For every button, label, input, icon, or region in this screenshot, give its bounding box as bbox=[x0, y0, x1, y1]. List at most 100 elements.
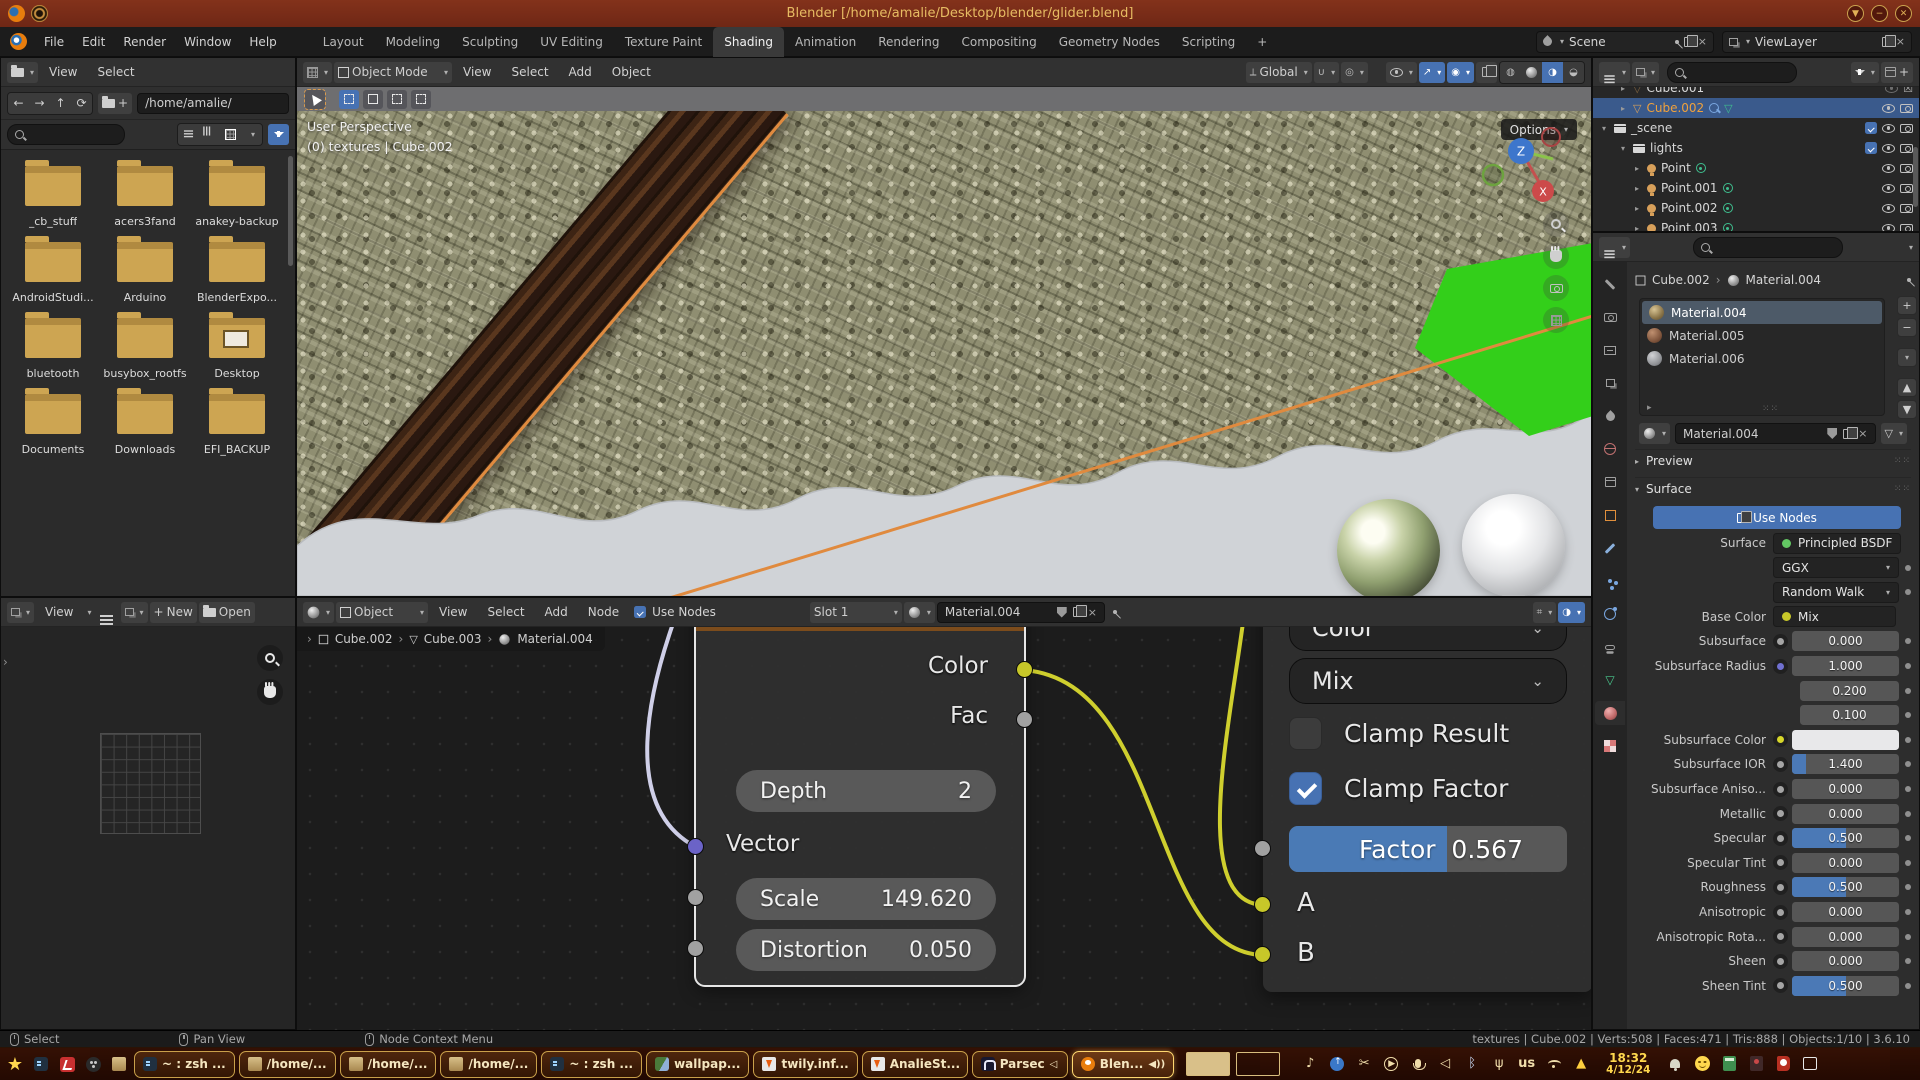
navigation-gizmo[interactable]: Z X bbox=[1477, 125, 1573, 224]
node-snap-toggle[interactable]: ⌗▾ bbox=[1533, 602, 1557, 623]
file-item[interactable]: Documents bbox=[7, 394, 99, 456]
shading-wireframe-button[interactable]: ◍ bbox=[1500, 62, 1521, 83]
new-collection-button[interactable]: + bbox=[1881, 62, 1913, 83]
socket-icon[interactable] bbox=[1773, 978, 1788, 993]
tab-constraints[interactable] bbox=[1595, 635, 1625, 659]
socket-icon[interactable] bbox=[1773, 954, 1788, 969]
editor-type-button[interactable]: ▾ bbox=[7, 62, 38, 83]
hide-icon[interactable] bbox=[1882, 184, 1895, 193]
disable-render-icon[interactable] bbox=[1900, 224, 1913, 232]
viewport-object-menu[interactable]: Object bbox=[603, 58, 660, 86]
keyframe-dot[interactable] bbox=[1905, 565, 1911, 571]
file-item[interactable]: _cb_stuff bbox=[7, 166, 99, 228]
socket-icon[interactable] bbox=[1773, 757, 1788, 772]
file-item[interactable]: EFI_BACKUP bbox=[191, 394, 283, 456]
nav-forward-button[interactable]: → bbox=[29, 93, 50, 114]
filter-toggle-button[interactable] bbox=[268, 124, 289, 145]
specular-slider[interactable]: 0.500 bbox=[1792, 828, 1899, 848]
clock[interactable]: 18:32 4/12/24 bbox=[1606, 1052, 1650, 1076]
keyframe-dot[interactable] bbox=[1905, 712, 1911, 718]
file-item[interactable]: AndroidStudi... bbox=[7, 242, 99, 304]
viewport-pan-control[interactable] bbox=[1543, 243, 1569, 269]
tab-physics[interactable] bbox=[1595, 602, 1625, 626]
mode-dropdown[interactable]: Object Mode▾ bbox=[334, 62, 452, 83]
material-slot[interactable]: Material.004 bbox=[1642, 301, 1882, 324]
workspace-2[interactable] bbox=[1236, 1052, 1280, 1076]
menus-collapsed-icon[interactable] bbox=[100, 615, 113, 617]
microphone-icon[interactable] bbox=[1415, 1059, 1421, 1068]
file-item[interactable]: Downloads bbox=[99, 394, 191, 456]
hide-icon[interactable] bbox=[1882, 164, 1895, 173]
pan-control[interactable] bbox=[257, 679, 283, 705]
editor-type-button[interactable]: ▾ bbox=[303, 602, 334, 623]
light-data-icon[interactable] bbox=[1723, 203, 1733, 213]
node-canvas[interactable]: ⌄Magic Texture Color Fac Depth 2 Vector … bbox=[297, 627, 1591, 1030]
zoom-control[interactable] bbox=[257, 645, 283, 671]
slot-specials-dropdown[interactable]: ▾ bbox=[1897, 348, 1917, 367]
nav-refresh-button[interactable]: ⟳ bbox=[71, 93, 92, 114]
tab-compositing[interactable]: Compositing bbox=[950, 27, 1047, 57]
hide-icon[interactable] bbox=[1882, 224, 1895, 232]
base-color-button[interactable]: Mix bbox=[1773, 606, 1896, 627]
node-view-menu[interactable]: View bbox=[430, 598, 476, 626]
copy-material-icon[interactable] bbox=[1073, 607, 1082, 617]
unlink-material-icon[interactable]: × bbox=[1088, 607, 1097, 618]
transform-orientation-dropdown[interactable]: ⟂Global▾ bbox=[1246, 62, 1312, 83]
socket-icon[interactable] bbox=[1773, 659, 1788, 674]
nav-back-button[interactable]: ← bbox=[8, 93, 29, 114]
fake-user-icon[interactable] bbox=[1827, 428, 1837, 439]
media-launcher-icon[interactable] bbox=[82, 1053, 104, 1075]
keyframe-dot[interactable] bbox=[1905, 909, 1911, 915]
display-mode-button[interactable]: ▾ bbox=[1632, 62, 1659, 83]
anisotropic-rotation-slider[interactable]: 0.000 bbox=[1792, 927, 1899, 947]
editor-type-button[interactable]: ▾ bbox=[1599, 62, 1630, 83]
roughness-slider[interactable]: 0.500 bbox=[1792, 877, 1899, 897]
keyframe-dot[interactable] bbox=[1905, 688, 1911, 694]
list-resize-grip[interactable]: ⁙⁙ bbox=[1762, 404, 1779, 414]
file-item[interactable]: acers3fand bbox=[99, 166, 191, 228]
distortion-input-socket[interactable] bbox=[687, 940, 704, 957]
outliner-row-cube002[interactable]: ▸ ▽ Cube.002 ▽ bbox=[1593, 98, 1919, 118]
proportional-edit-dropdown[interactable]: ◎▾ bbox=[1341, 62, 1368, 83]
file-scrollbar[interactable] bbox=[288, 156, 293, 266]
viewport-select-menu[interactable]: Select bbox=[503, 58, 558, 86]
socket-icon[interactable] bbox=[1773, 905, 1788, 920]
remove-slot-button[interactable]: − bbox=[1897, 318, 1917, 337]
new-viewlayer-icon[interactable] bbox=[1882, 37, 1891, 47]
workspace-1[interactable] bbox=[1186, 1052, 1230, 1076]
tab-scene[interactable] bbox=[1595, 404, 1625, 428]
outliner-row-point001[interactable]: ▸ Point.001 bbox=[1593, 178, 1919, 198]
nav-up-button[interactable]: ↑ bbox=[50, 93, 71, 114]
image-new-button[interactable]: + New bbox=[150, 602, 197, 623]
color-output-socket[interactable] bbox=[1016, 661, 1033, 678]
hide-icon[interactable] bbox=[1882, 124, 1895, 133]
file-item[interactable]: busybox_rootfs bbox=[99, 318, 191, 380]
sheen-slider[interactable]: 0.000 bbox=[1792, 951, 1899, 971]
select-extend-button[interactable] bbox=[363, 90, 383, 109]
fake-user-icon[interactable] bbox=[1057, 607, 1067, 618]
taskbar-window-twily[interactable]: twily.inf... bbox=[753, 1051, 857, 1078]
add-slot-button[interactable]: + bbox=[1897, 296, 1917, 315]
scene-selector[interactable]: ▾ Scene × bbox=[1536, 31, 1714, 53]
node-select-menu[interactable]: Select bbox=[479, 598, 534, 626]
factor-slider[interactable]: Factor 0.567 bbox=[1289, 826, 1567, 872]
file-select-menu[interactable]: Select bbox=[89, 58, 144, 86]
tab-uv-editing[interactable]: UV Editing bbox=[529, 27, 614, 57]
tab-texture[interactable] bbox=[1595, 734, 1625, 758]
depth-field[interactable]: Depth 2 bbox=[736, 770, 996, 812]
outliner-row-point002[interactable]: ▸ Point.002 bbox=[1593, 198, 1919, 218]
new-scene-icon[interactable] bbox=[1684, 37, 1693, 47]
browse-material-button[interactable]: ▾ bbox=[1639, 423, 1670, 444]
editor-type-button[interactable]: ▾ bbox=[7, 602, 34, 623]
keyframe-dot[interactable] bbox=[1905, 835, 1911, 841]
files-launcher-icon[interactable] bbox=[108, 1053, 130, 1075]
tab-object[interactable] bbox=[1595, 503, 1625, 527]
subsurface-anisotropy-slider[interactable]: 0.000 bbox=[1792, 779, 1899, 799]
mix-node[interactable]: Color⌄ Mix⌄ Clamp Result Clamp Factor Fa… bbox=[1263, 627, 1591, 992]
sidebar-expand-arrow[interactable]: › bbox=[3, 655, 8, 669]
snap-dropdown[interactable]: ∪▾ bbox=[1314, 62, 1339, 83]
cloud-sync-icon[interactable] bbox=[1330, 1057, 1344, 1071]
list-expand-arrow[interactable]: ▸ bbox=[1647, 403, 1652, 413]
tab-tool[interactable] bbox=[1595, 272, 1625, 296]
light-data-icon[interactable] bbox=[1723, 183, 1733, 193]
